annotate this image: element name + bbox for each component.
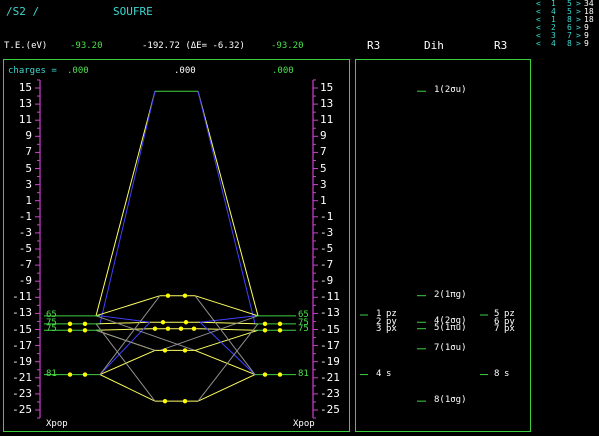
axis-tick-label-right: -21 xyxy=(320,370,340,384)
total-energy-right: -93.20 xyxy=(271,41,304,51)
atom-orbital-label-right: px xyxy=(504,323,515,334)
mo-symmetry-label: 1(2σu) xyxy=(434,85,467,96)
atom-orbital-num-left: 3 xyxy=(376,323,382,334)
interaction-close-bracket: > xyxy=(576,39,581,48)
axis-tick-label-left: -15 xyxy=(12,322,32,336)
charges-left: .000 xyxy=(67,66,89,76)
mo-symmetry-label: 2(1πg) xyxy=(434,289,467,300)
axis-tick-label-left: -25 xyxy=(12,403,32,416)
axis-tick-label-right: 7 xyxy=(320,145,327,159)
axis-tick-label-left: 1 xyxy=(25,193,32,207)
axis-tick-label-left: 13 xyxy=(18,97,32,111)
xpop-left: Xpop xyxy=(46,419,68,429)
population-left: 81 xyxy=(46,368,57,379)
population-left: 75 xyxy=(46,324,57,335)
axis-tick-label-right: -11 xyxy=(320,290,340,304)
axis-tick-label-left: -5 xyxy=(18,242,32,255)
axis-tick-label-left: -3 xyxy=(18,225,32,239)
population-right: 81 xyxy=(298,368,309,379)
axis-tick-label-right: -15 xyxy=(320,322,340,336)
axis-tick-label-left: -13 xyxy=(12,306,32,320)
axis-tick-label-left: -23 xyxy=(12,386,32,400)
xpop-right: Xpop xyxy=(293,419,315,429)
mo-symmetry-label: 7(1σu) xyxy=(434,342,467,353)
axis-tick-label-left: -7 xyxy=(18,258,32,272)
mo-symmetry-label: 8(1σg) xyxy=(434,395,467,406)
axis-tick-label-left: -11 xyxy=(12,290,32,304)
axis-tick-label-right: -5 xyxy=(320,242,334,255)
symmetry-left: R3 xyxy=(367,39,381,52)
molecule-name: SOUFRE xyxy=(113,5,153,18)
axis-tick-label-left: 7 xyxy=(25,145,32,159)
axis-tick-label-left: 3 xyxy=(25,177,32,191)
atom-orbital-num-right: 8 xyxy=(494,368,500,379)
axis-tick-label-left: -19 xyxy=(12,354,32,368)
axis-tick-label-right: -3 xyxy=(320,225,334,239)
axis-tick-label-right: -23 xyxy=(320,386,340,400)
atom-orbital-label-right: s xyxy=(504,368,510,379)
axis-tick-label-right: 5 xyxy=(320,161,327,175)
symmetry-center: Dih xyxy=(424,39,444,52)
interaction-open-bracket: < xyxy=(536,39,541,48)
axis-tick-label-right: 9 xyxy=(320,129,327,143)
charges-label: charges = xyxy=(8,66,57,76)
axis-tick-label-left: -9 xyxy=(18,274,32,288)
axis-tick-label-right: 13 xyxy=(320,97,334,111)
axis-tick-label-right: -19 xyxy=(320,354,340,368)
axis-tick-label-right: -7 xyxy=(320,258,334,272)
molecule-label: /S2 / xyxy=(6,5,40,18)
population-right: 75 xyxy=(298,324,309,335)
axis-tick-label-right: 15 xyxy=(320,81,334,94)
axis-tick-label-right: 11 xyxy=(320,113,334,127)
atom-orbital-num-right: 7 xyxy=(494,323,500,334)
atom-orbital-num-left: 4 xyxy=(376,368,382,379)
axis-tick-label-right: -13 xyxy=(320,306,340,320)
axis-tick-label-left: -21 xyxy=(12,370,32,384)
interaction-orbital-b: 8 xyxy=(567,39,572,48)
axis-tick-label-right: -25 xyxy=(320,403,340,416)
total-energy-center: -192.72 (ΔE= -6.32) xyxy=(142,41,245,51)
charges-center: .000 xyxy=(174,66,196,76)
axis-tick-label-left: 5 xyxy=(25,161,32,175)
axis-tick-label-right: -17 xyxy=(320,338,340,352)
atom-orbital-label-left: s xyxy=(386,368,392,379)
total-energy-left: -93.20 xyxy=(70,41,103,51)
symmetry-right: R3 xyxy=(494,39,508,52)
interaction-value: 9 xyxy=(584,39,589,48)
axis-tick-label-right: 1 xyxy=(320,193,327,207)
total-energy-label: T.E.(eV) xyxy=(4,41,48,51)
axis-tick-label-right: -9 xyxy=(320,274,334,288)
axis-tick-label-right: -1 xyxy=(320,209,334,223)
axis-tick-label-right: 3 xyxy=(320,177,327,191)
axis-tick-label-left: 11 xyxy=(18,113,32,127)
axis-tick-label-left: -17 xyxy=(12,338,32,352)
charges-right: .000 xyxy=(272,66,294,76)
mo-symmetry-label: 5(1πu) xyxy=(434,322,467,333)
atom-orbital-label-left: px xyxy=(386,323,397,334)
axis-tick-label-left: 15 xyxy=(18,81,32,94)
interaction-orbital-a: 4 xyxy=(551,39,556,48)
axis-tick-label-left: 9 xyxy=(25,129,32,143)
axis-tick-label-left: -1 xyxy=(18,209,32,223)
